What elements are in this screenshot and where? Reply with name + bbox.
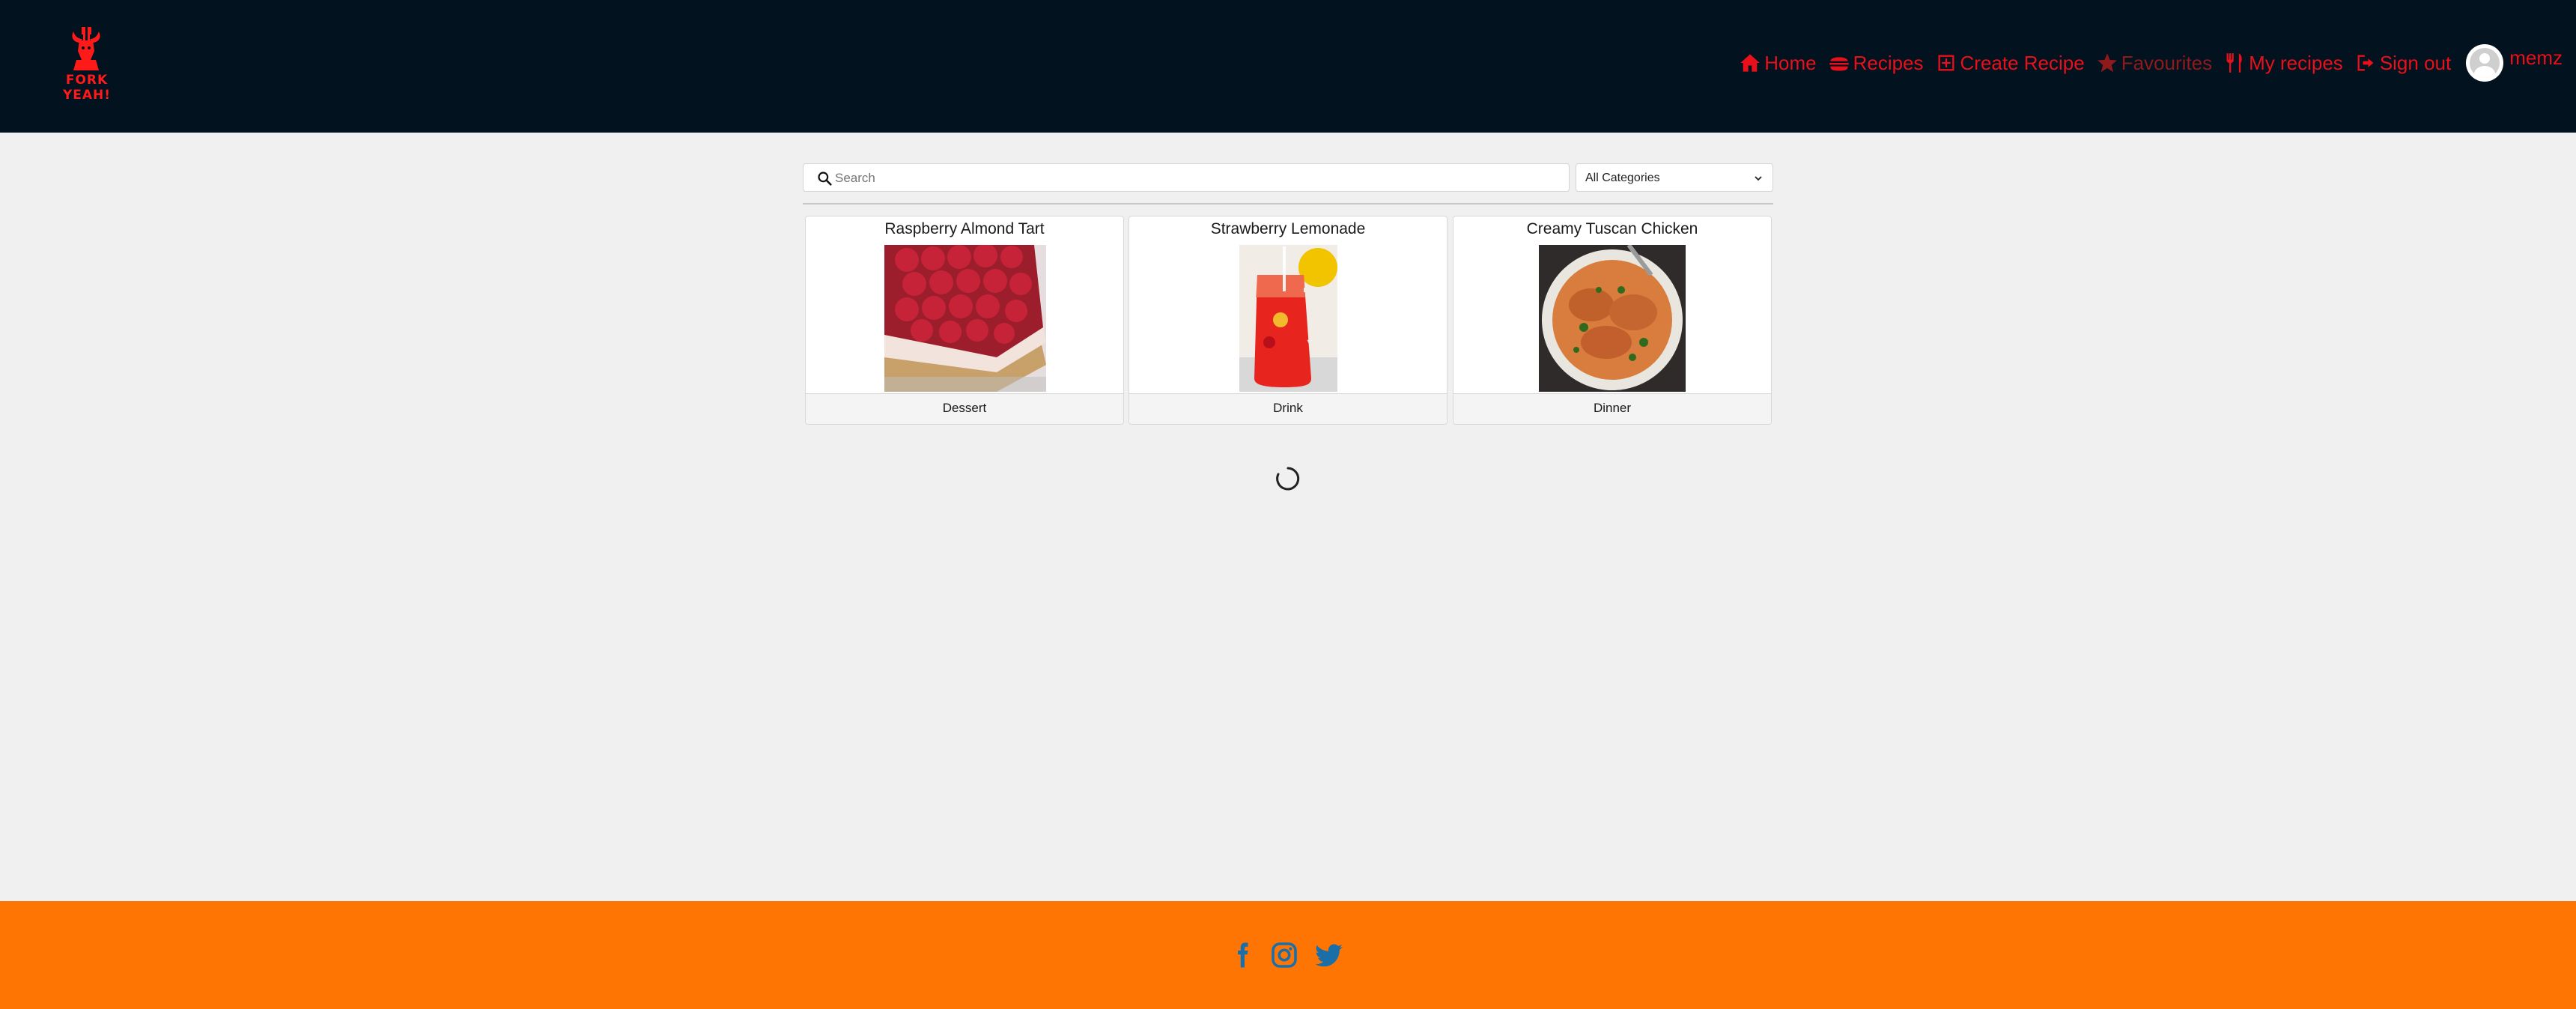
avatar[interactable] xyxy=(2466,44,2504,82)
recipe-title[interactable]: Strawberry Lemonade xyxy=(1129,220,1447,238)
nav-my-recipes[interactable]: My recipes xyxy=(2224,52,2343,75)
main-nav: Home Recipes Create Recipe Favourites My… xyxy=(1740,42,2576,84)
divider xyxy=(803,203,1773,204)
nav-sign-out[interactable]: Sign out xyxy=(2355,52,2451,75)
recipe-category: Dinner xyxy=(1453,393,1771,424)
twitter-icon[interactable] xyxy=(1316,942,1343,969)
search-icon xyxy=(818,172,832,186)
avatar-icon xyxy=(2470,48,2500,78)
bull-logo-icon xyxy=(72,27,100,70)
category-select[interactable]: All Categories xyxy=(1576,163,1773,192)
recipe-title[interactable]: Creamy Tuscan Chicken xyxy=(1453,220,1771,238)
nav-sign-out-label: Sign out xyxy=(2379,51,2452,74)
spinner-icon xyxy=(1276,467,1300,491)
site-footer xyxy=(0,901,2576,1009)
sign-out-icon xyxy=(2357,55,2374,71)
logo-text: FORK YEAH! xyxy=(62,73,112,103)
nav-recipes-label: Recipes xyxy=(1853,51,1924,74)
nav-favourites-label: Favourites xyxy=(2121,51,2213,74)
home-icon xyxy=(1740,54,1761,72)
recipe-image[interactable] xyxy=(1539,245,1686,392)
nav-create-recipe-label: Create Recipe xyxy=(1960,51,2085,74)
user-name[interactable]: memz xyxy=(2509,46,2563,70)
search-box[interactable] xyxy=(803,163,1570,193)
facebook-icon[interactable] xyxy=(1229,942,1256,969)
user-menu[interactable]: memz xyxy=(2466,44,2563,82)
recipe-image[interactable] xyxy=(884,245,1046,392)
recipe-card[interactable]: Strawberry Lemonade Drink xyxy=(1128,216,1448,425)
nav-home-label: Home xyxy=(1764,51,1817,74)
recipe-card[interactable]: Creamy Tuscan Chicken Dinner xyxy=(1453,216,1772,425)
chevron-down-icon xyxy=(1755,176,1762,181)
plus-square-icon xyxy=(1938,55,1954,71)
nav-home[interactable]: Home xyxy=(1740,51,1817,75)
recipe-card[interactable]: Raspberry Almond Tart Dessert xyxy=(805,216,1124,425)
search-input[interactable] xyxy=(833,164,1555,193)
nav-recipes[interactable]: Recipes xyxy=(1829,52,1924,75)
utensils-icon xyxy=(2226,53,2242,73)
category-select-value: All Categories xyxy=(1585,172,1660,184)
nav-create-recipe[interactable]: Create Recipe xyxy=(1936,52,2085,75)
site-header: FORK YEAH! Home Recipes Create Recipe Fa… xyxy=(0,0,2576,133)
search-filter-bar: All Categories xyxy=(803,163,1773,193)
recipe-category: Drink xyxy=(1129,393,1447,424)
nav-my-recipes-label: My recipes xyxy=(2249,51,2343,74)
brand-logo[interactable]: FORK YEAH! xyxy=(43,27,130,103)
recipe-title[interactable]: Raspberry Almond Tart xyxy=(806,220,1123,238)
instagram-icon[interactable] xyxy=(1271,942,1298,969)
star-icon xyxy=(2097,53,2117,73)
recipe-category: Dessert xyxy=(806,393,1123,424)
nav-favourites[interactable]: Favourites xyxy=(2097,52,2212,75)
recipe-image[interactable] xyxy=(1239,245,1337,392)
burger-icon xyxy=(1829,57,1849,71)
